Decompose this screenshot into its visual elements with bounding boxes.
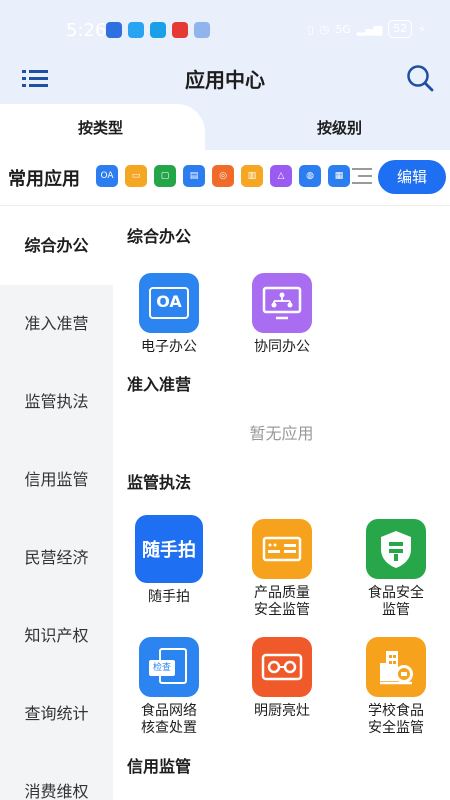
food-safety-mini-icon[interactable]: ▢ bbox=[154, 165, 176, 187]
app-label-line1: 食品安全 bbox=[368, 585, 424, 601]
app-label-line1: 产品质量 bbox=[254, 585, 310, 601]
food-network-mini-icon[interactable]: ▤ bbox=[183, 165, 205, 187]
tab-by-type[interactable]: 按类型 bbox=[0, 104, 205, 150]
category-sidebar: 综合办公 准入准营 监管执法 信用监管 民营经济 知识产权 查询统计 消费维权 bbox=[0, 207, 113, 800]
app-content: 综合办公 OA 电子办公 协同办公 准入准营 暂无应用 监管执法 随手拍 随手拍 bbox=[113, 207, 450, 800]
product-quality-icon bbox=[252, 519, 312, 579]
app-label: 随手拍 bbox=[148, 589, 190, 605]
section-title-enforcement: 监管执法 bbox=[127, 473, 192, 492]
school-food-icon bbox=[366, 637, 426, 697]
app-label-line2: 安全监管 bbox=[254, 602, 310, 618]
alarm-icon: ◷ bbox=[319, 22, 330, 36]
food-network-icon: 检查 bbox=[139, 637, 199, 697]
charging-icon: ⚡ bbox=[418, 22, 426, 36]
oa-mini-text: OA bbox=[100, 171, 114, 181]
notification-app-icon bbox=[106, 22, 122, 38]
battery-icon: 52 bbox=[388, 20, 413, 38]
app-label-line2: 安全监管 bbox=[368, 720, 424, 736]
app-label: 食品安全 监管 bbox=[346, 585, 446, 619]
app-label: 产品质量 安全监管 bbox=[232, 585, 332, 619]
oa-icon-text: OA bbox=[149, 287, 189, 319]
app-food-safety[interactable]: 食品安全 监管 bbox=[346, 519, 446, 619]
list-icon[interactable] bbox=[352, 167, 372, 185]
app-label: 协同办公 bbox=[254, 339, 310, 355]
app-label-line2: 核查处置 bbox=[141, 720, 197, 736]
tab-by-type-label: 按类型 bbox=[78, 119, 124, 137]
food-safety-icon bbox=[366, 519, 426, 579]
more-mini-icon[interactable]: ▦ bbox=[328, 165, 350, 187]
section-title-access: 准入准营 bbox=[127, 375, 192, 394]
notification-message-icon bbox=[128, 22, 144, 38]
app-label-line2: 监管 bbox=[382, 602, 410, 618]
app-label: 食品网络 核查处置 bbox=[119, 703, 219, 737]
status-bar: 5:26 ▯ ◷ 5G ▂▄▆ 52 ⚡ bbox=[0, 0, 450, 60]
sidebar-item-enforcement[interactable]: 监管执法 bbox=[0, 363, 113, 441]
collaboration-icon bbox=[252, 273, 312, 333]
section-title-office: 综合办公 bbox=[127, 227, 192, 246]
kitchen-icon bbox=[252, 637, 312, 697]
search-icon[interactable] bbox=[406, 64, 434, 92]
snapshot-icon: 随手拍 bbox=[135, 515, 203, 583]
snapshot-icon-text: 随手拍 bbox=[142, 540, 196, 561]
common-apps-icons: OA ▭ ▢ ▤ ◎ ▥ △ ◍ ▦ bbox=[96, 165, 350, 187]
app-product-quality[interactable]: 产品质量 安全监管 bbox=[232, 519, 332, 619]
collaboration-mini-icon[interactable]: △ bbox=[270, 165, 292, 187]
tab-by-level-label: 按级别 bbox=[317, 119, 363, 137]
common-apps-label: 常用应用 bbox=[8, 169, 80, 190]
app-collaboration[interactable]: 协同办公 bbox=[232, 273, 332, 356]
app-label-line1: 学校食品 bbox=[368, 703, 424, 719]
snapshot-mini-icon[interactable]: ◍ bbox=[299, 165, 321, 187]
school-food-mini-icon[interactable]: ▥ bbox=[241, 165, 263, 187]
app-header: 应用中心 bbox=[0, 52, 450, 104]
app-label: 明厨亮灶 bbox=[254, 703, 310, 719]
tab-by-level[interactable]: 按级别 bbox=[205, 104, 450, 150]
notification-chat-icon bbox=[150, 22, 166, 38]
oa-icon: OA bbox=[139, 273, 199, 333]
notification-other-icon bbox=[194, 22, 210, 38]
sidebar-item-consumer-rights[interactable]: 消费维权 bbox=[0, 753, 113, 800]
notification-icons bbox=[106, 22, 210, 38]
sidebar-item-private-economy[interactable]: 民营经济 bbox=[0, 519, 113, 597]
food-network-icon-text: 检查 bbox=[149, 660, 175, 676]
app-label-line1: 食品网络 bbox=[141, 703, 197, 719]
sidebar-item-access[interactable]: 准入准营 bbox=[0, 285, 113, 363]
system-icons: ▯ ◷ 5G ▂▄▆ 52 ⚡ bbox=[308, 20, 426, 38]
category-tabs: 按类型 按级别 bbox=[0, 104, 450, 150]
page-title: 应用中心 bbox=[185, 68, 265, 92]
app-label: 学校食品 安全监管 bbox=[346, 703, 446, 737]
sidebar-item-ip[interactable]: 知识产权 bbox=[0, 597, 113, 675]
status-time: 5:26 bbox=[66, 20, 107, 41]
app-label: 电子办公 bbox=[141, 339, 197, 355]
sidebar-item-credit[interactable]: 信用监管 bbox=[0, 441, 113, 519]
empty-state-text: 暂无应用 bbox=[249, 424, 314, 443]
app-food-network[interactable]: 检查 食品网络 核查处置 bbox=[119, 637, 219, 737]
wifi-icon: ▂▄▆ bbox=[356, 22, 383, 36]
signal-icon: 5G bbox=[335, 22, 351, 36]
app-snapshot[interactable]: 随手拍 随手拍 bbox=[119, 515, 219, 606]
kitchen-mini-icon[interactable]: ◎ bbox=[212, 165, 234, 187]
sidebar-item-statistics[interactable]: 查询统计 bbox=[0, 675, 113, 753]
app-school-food[interactable]: 学校食品 安全监管 bbox=[346, 637, 446, 737]
section-title-credit: 信用监管 bbox=[127, 757, 192, 776]
app-bright-kitchen[interactable]: 明厨亮灶 bbox=[232, 637, 332, 720]
sidebar-item-office[interactable]: 综合办公 bbox=[0, 207, 113, 285]
edit-button[interactable]: 编辑 bbox=[378, 160, 446, 194]
notification-news-icon bbox=[172, 22, 188, 38]
oa-mini-icon[interactable]: OA bbox=[96, 165, 118, 187]
vibrate-icon: ▯ bbox=[307, 22, 314, 36]
app-electronic-office[interactable]: OA 电子办公 bbox=[119, 273, 219, 356]
product-quality-mini-icon[interactable]: ▭ bbox=[125, 165, 147, 187]
